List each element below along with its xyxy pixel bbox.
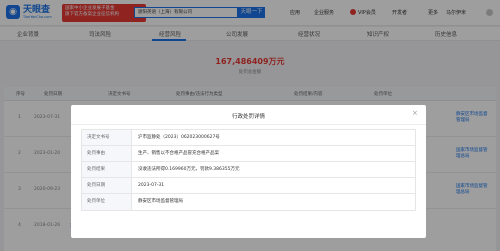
modal-divider (71, 124, 426, 125)
detail-row-reason: 处罚事由 生产、销售以不合格产品冒充合格产品案 (82, 146, 415, 162)
detail-value: 生产、销售以不合格产品冒充合格产品案 (138, 151, 219, 156)
detail-value: 没收违法所得0.169960万元，罚款9.386355万元 (138, 167, 240, 172)
detail-value: 沪市监静处（2023）062023000627号 (138, 135, 220, 140)
modal-title: 行政处罚详情 (231, 114, 265, 120)
detail-row-date: 处罚日期 2023-07-31 (82, 178, 415, 194)
detail-label: 处罚日期 (82, 178, 132, 193)
penalty-detail-modal: 行政处罚详情 × 决定文书号 沪市监静处（2023）062023000627号 … (71, 105, 426, 238)
detail-row-doc-number: 决定文书号 沪市监静处（2023）062023000627号 (82, 130, 415, 146)
detail-label: 决定文书号 (82, 130, 132, 145)
detail-table: 决定文书号 沪市监静处（2023）062023000627号 处罚事由 生产、销… (81, 129, 416, 211)
detail-row-authority: 处罚单位 静安区市场监督管理局 (82, 194, 415, 210)
detail-row-result: 处罚结果 没收违法所得0.169960万元，罚款9.386355万元 (82, 162, 415, 178)
detail-label: 处罚结果 (82, 162, 132, 177)
close-icon[interactable]: × (412, 110, 418, 117)
detail-value: 静安区市场监督管理局 (138, 199, 183, 204)
detail-value: 2023-07-31 (138, 183, 165, 188)
detail-label: 处罚事由 (82, 146, 132, 161)
detail-label: 处罚单位 (82, 194, 132, 210)
